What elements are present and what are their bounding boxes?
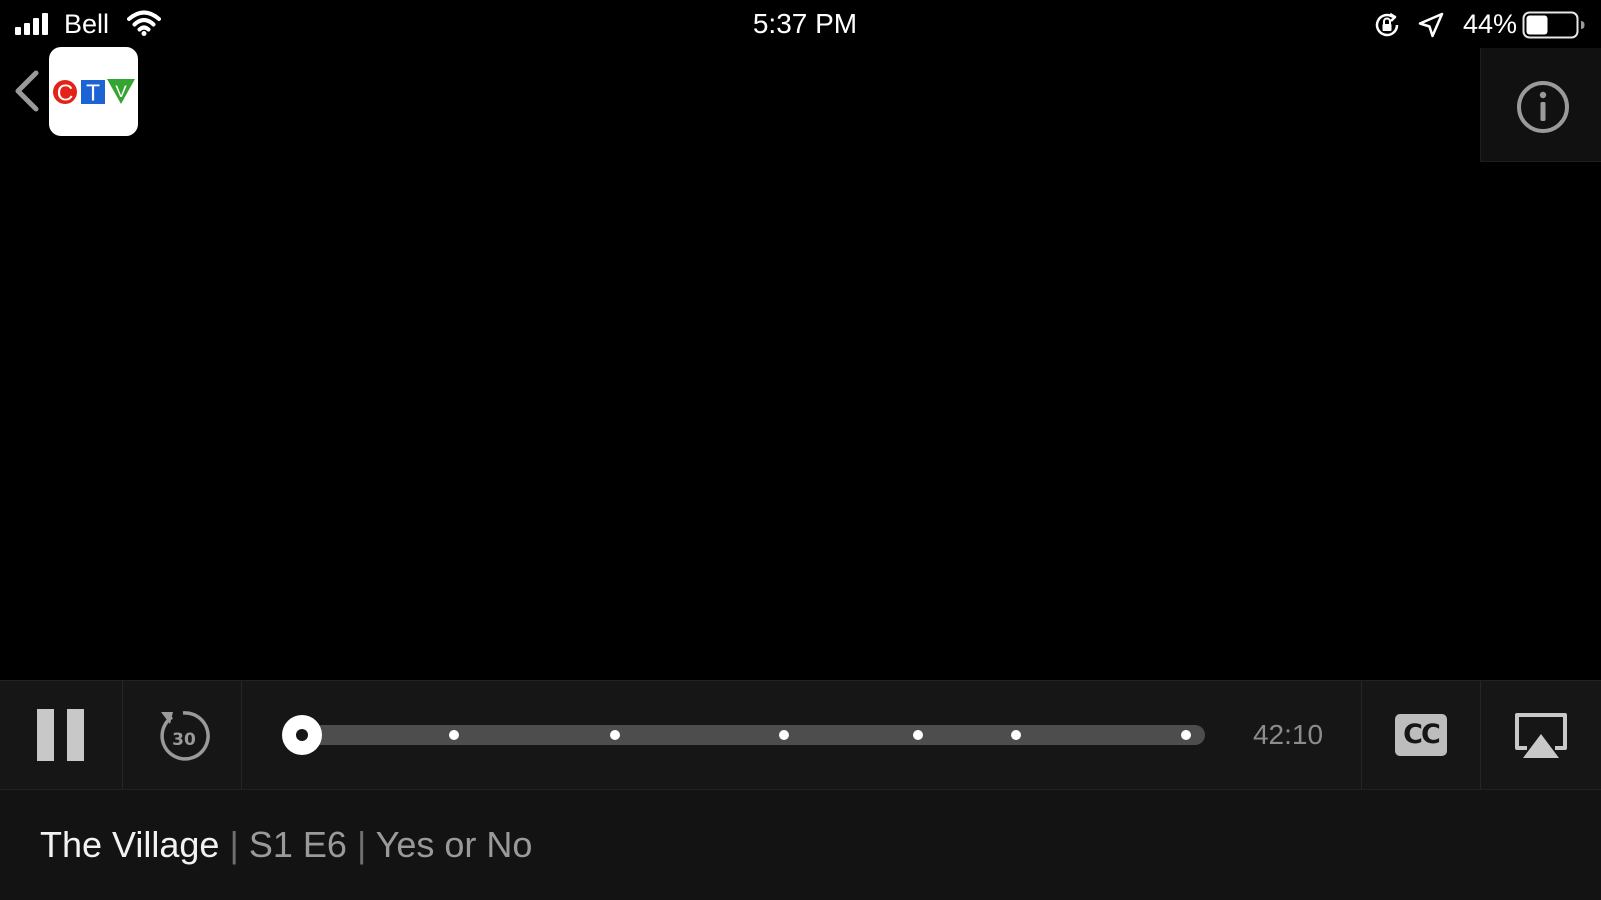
chapter-marker: [609, 730, 620, 740]
progress-track: [302, 725, 1205, 745]
cellular-signal-icon: [15, 13, 48, 35]
show-title: The Village: [40, 824, 220, 865]
battery-icon: [1522, 11, 1585, 39]
pause-icon: [37, 709, 84, 761]
status-time: 5:37 PM: [752, 8, 858, 39]
scrubber-handle-center: [296, 729, 308, 741]
rewind-30-button[interactable]: 30: [123, 681, 241, 789]
carrier-name: Bell: [64, 9, 110, 39]
episode-title-line: The Village | S1 E6 | Yes or No: [40, 824, 532, 866]
rewind-30-icon: 30: [160, 711, 210, 761]
info-circle-icon: [1517, 81, 1569, 133]
progress-scrubber[interactable]: [282, 715, 1205, 755]
logo-letter-c: C: [57, 80, 74, 106]
video-player-screen: Bell 5:37 PM 44% C T V 30 42:10 CC The V…: [0, 0, 1601, 900]
title-separator: |: [356, 824, 367, 865]
episode-title: Yes or No: [375, 824, 533, 865]
battery-percentage: 44%: [1462, 9, 1517, 39]
ctv-channel-logo: C T V: [49, 47, 138, 136]
airplay-button[interactable]: [1481, 681, 1601, 789]
chapter-marker: [448, 730, 459, 740]
info-button[interactable]: [1480, 48, 1601, 162]
scrubber-handle[interactable]: [282, 715, 322, 755]
logo-letter-t: T: [86, 80, 100, 106]
chapter-marker: [1181, 730, 1192, 740]
wifi-icon: [127, 10, 161, 36]
status-bar: Bell 5:37 PM 44%: [0, 0, 1601, 48]
episode-number: S1 E6: [248, 824, 347, 865]
ctv-logo-mark: C T V: [53, 79, 135, 106]
logo-letter-v: V: [115, 82, 127, 101]
playback-controls: 30 42:10 CC: [0, 680, 1601, 790]
rotation-lock-icon: [1375, 12, 1399, 37]
back-button[interactable]: [10, 67, 46, 115]
title-separator: |: [229, 824, 239, 865]
chevron-left-icon: [15, 70, 39, 112]
pause-button[interactable]: [0, 681, 122, 789]
rewind-seconds-label: 30: [172, 730, 196, 750]
closed-captions-button[interactable]: CC: [1362, 681, 1480, 789]
episode-title-bar: The Village | S1 E6 | Yes or No: [0, 790, 1601, 900]
cc-icon: CC: [1395, 714, 1447, 756]
control-divider: [241, 681, 242, 789]
location-arrow-icon: [1418, 12, 1444, 38]
video-duration: 42:10: [1252, 719, 1324, 750]
airplay-icon: [1515, 713, 1567, 758]
